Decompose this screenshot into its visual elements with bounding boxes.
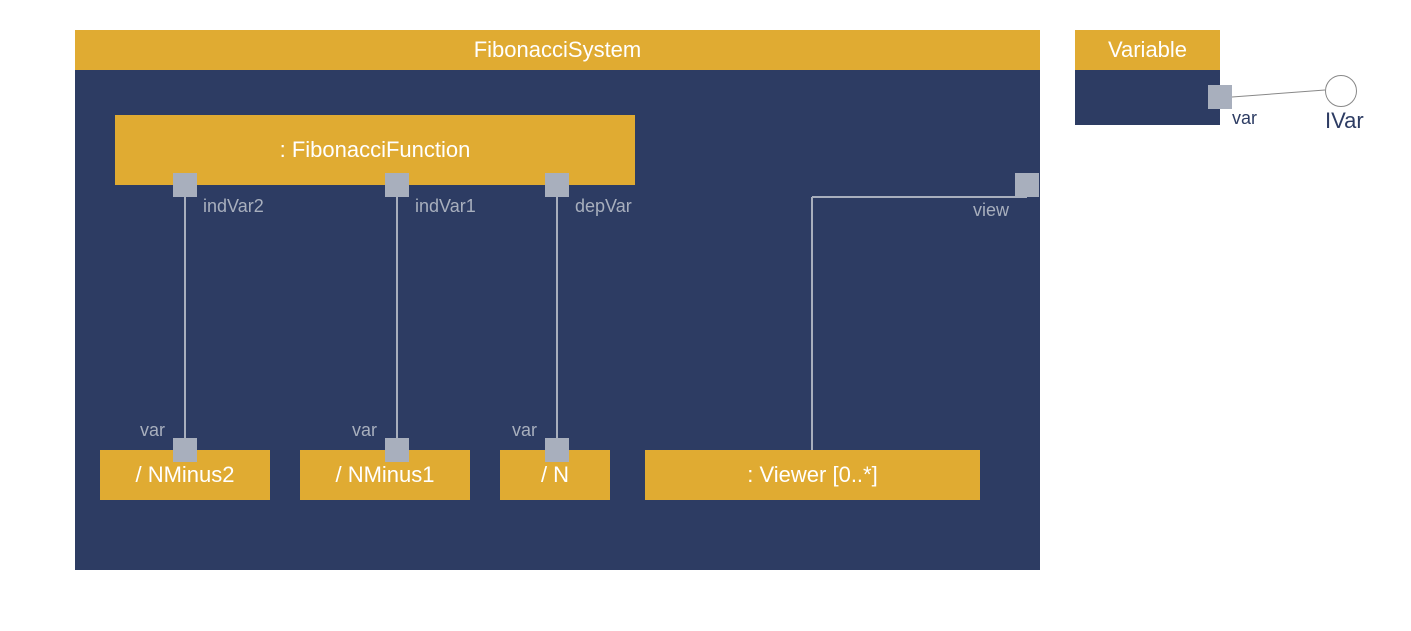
- port-nminus2-var: [173, 438, 197, 462]
- variable-header: Variable: [1075, 30, 1220, 70]
- port-view: [1015, 173, 1039, 197]
- port-nminus1-var: [385, 438, 409, 462]
- port-indvar2-label: indVar2: [203, 196, 264, 217]
- nminus2-label: / NMinus2: [135, 462, 234, 488]
- port-indvar1: [385, 173, 409, 197]
- viewer-box: : Viewer [0..*]: [645, 450, 980, 500]
- fibonacci-system-title: FibonacciSystem: [474, 37, 642, 63]
- ivar-interface-icon: [1325, 75, 1357, 107]
- port-depvar-label: depVar: [575, 196, 632, 217]
- port-depvar: [545, 173, 569, 197]
- nminus1-label: / NMinus1: [335, 462, 434, 488]
- port-nminus2-var-label: var: [140, 420, 165, 441]
- port-n-var-label: var: [512, 420, 537, 441]
- diagram-canvas: FibonacciSystem : FibonacciFunction indV…: [0, 0, 1411, 631]
- n-label: / N: [541, 462, 569, 488]
- port-view-label: view: [973, 200, 1009, 221]
- fibonacci-system-header: FibonacciSystem: [75, 30, 1040, 70]
- variable-title: Variable: [1108, 37, 1187, 63]
- port-indvar1-label: indVar1: [415, 196, 476, 217]
- ivar-interface-label: IVar: [1325, 108, 1364, 134]
- port-variable-var: [1208, 85, 1232, 109]
- port-variable-var-label: var: [1232, 108, 1257, 129]
- variable-body: [1075, 70, 1220, 125]
- port-n-var: [545, 438, 569, 462]
- port-nminus1-var-label: var: [352, 420, 377, 441]
- viewer-label: : Viewer [0..*]: [747, 462, 877, 488]
- fibonacci-function-label: : FibonacciFunction: [280, 137, 471, 163]
- port-indvar2: [173, 173, 197, 197]
